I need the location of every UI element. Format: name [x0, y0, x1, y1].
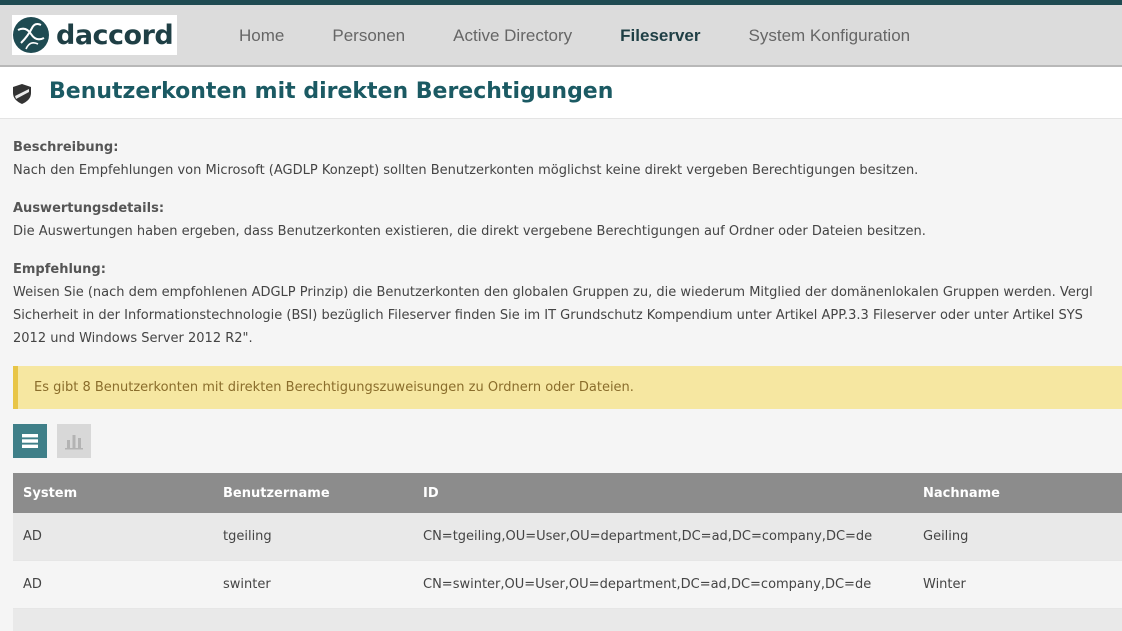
chart-view-button[interactable] [57, 424, 91, 458]
beschreibung-label: Beschreibung: [13, 140, 119, 155]
main-nav: Home Personen Active Directory Fileserve… [215, 5, 934, 67]
cell-benutzername: tgeiling [223, 529, 272, 544]
list-view-button[interactable] [13, 424, 47, 458]
list-icon [22, 434, 38, 448]
empfehlung-section: Empfehlung: Weisen Sie (nach dem empfohl… [13, 258, 1122, 350]
beschreibung-text: Nach den Empfehlungen von Microsoft (AGD… [13, 163, 919, 178]
result-alert: Es gibt 8 Benutzerkonten mit direkten Be… [13, 366, 1122, 409]
column-header-benutzername[interactable]: Benutzername [213, 486, 413, 501]
cell-id: CN=tgeiling,OU=User,OU=department,DC=ad,… [423, 529, 873, 544]
empfehlung-text-line-1: Weisen Sie (nach dem empfohlenen ADGLP P… [13, 285, 1093, 300]
column-header-nachname[interactable]: Nachname [913, 486, 1122, 501]
beschreibung-section: Beschreibung: Nach den Empfehlungen von … [13, 136, 1122, 182]
table-header: System Benutzername ID Nachname [13, 473, 1122, 513]
cell-benutzername: swinter [223, 577, 271, 592]
empfehlung-text-line-3: 2012 und Windows Server 2012 R2". [13, 331, 253, 346]
cell-system: AD [23, 577, 42, 592]
details-text: Die Auswertungen haben ergeben, dass Ben… [13, 224, 926, 239]
table-row[interactable]: AD swinter CN=swinter,OU=User,OU=departm… [13, 561, 1122, 609]
logo-text: daccord [56, 19, 174, 51]
report-description: Beschreibung: Nach den Empfehlungen von … [13, 136, 1122, 365]
cell-nachname: Winter [923, 577, 966, 592]
nav-item-active-directory[interactable]: Active Directory [429, 26, 596, 46]
page-header: Benutzerkonten mit direkten Berechtigung… [0, 67, 1122, 119]
cell-nachname: Geiling [923, 529, 969, 544]
details-label: Auswertungsdetails: [13, 201, 165, 216]
nav-item-fileserver[interactable]: Fileserver [596, 26, 724, 46]
shield-icon [13, 84, 31, 104]
bar-chart-icon [65, 435, 83, 450]
column-header-system[interactable]: System [13, 486, 213, 501]
top-navigation-bar: daccord Home Personen Active Directory F… [0, 0, 1122, 67]
nav-item-home[interactable]: Home [215, 26, 308, 46]
details-section: Auswertungsdetails: Die Auswertungen hab… [13, 197, 1122, 243]
daccord-logo-icon [13, 17, 49, 53]
cell-id: CN=swinter,OU=User,OU=department,DC=ad,D… [423, 577, 872, 592]
page-title: Benutzerkonten mit direkten Berechtigung… [49, 79, 614, 104]
daccord-logo[interactable]: daccord [12, 15, 178, 55]
user-accounts-table: System Benutzername ID Nachname AD tgeil… [13, 473, 1122, 631]
table-row-partial[interactable] [13, 609, 1122, 631]
nav-item-system-konfiguration[interactable]: System Konfiguration [725, 26, 935, 46]
cell-system: AD [23, 529, 42, 544]
empfehlung-text-line-2: Sicherheit in der Informationstechnologi… [13, 308, 1083, 323]
empfehlung-label: Empfehlung: [13, 262, 106, 277]
column-header-id[interactable]: ID [413, 486, 913, 501]
nav-item-personen[interactable]: Personen [308, 26, 429, 46]
table-row[interactable]: AD tgeiling CN=tgeiling,OU=User,OU=depar… [13, 513, 1122, 561]
